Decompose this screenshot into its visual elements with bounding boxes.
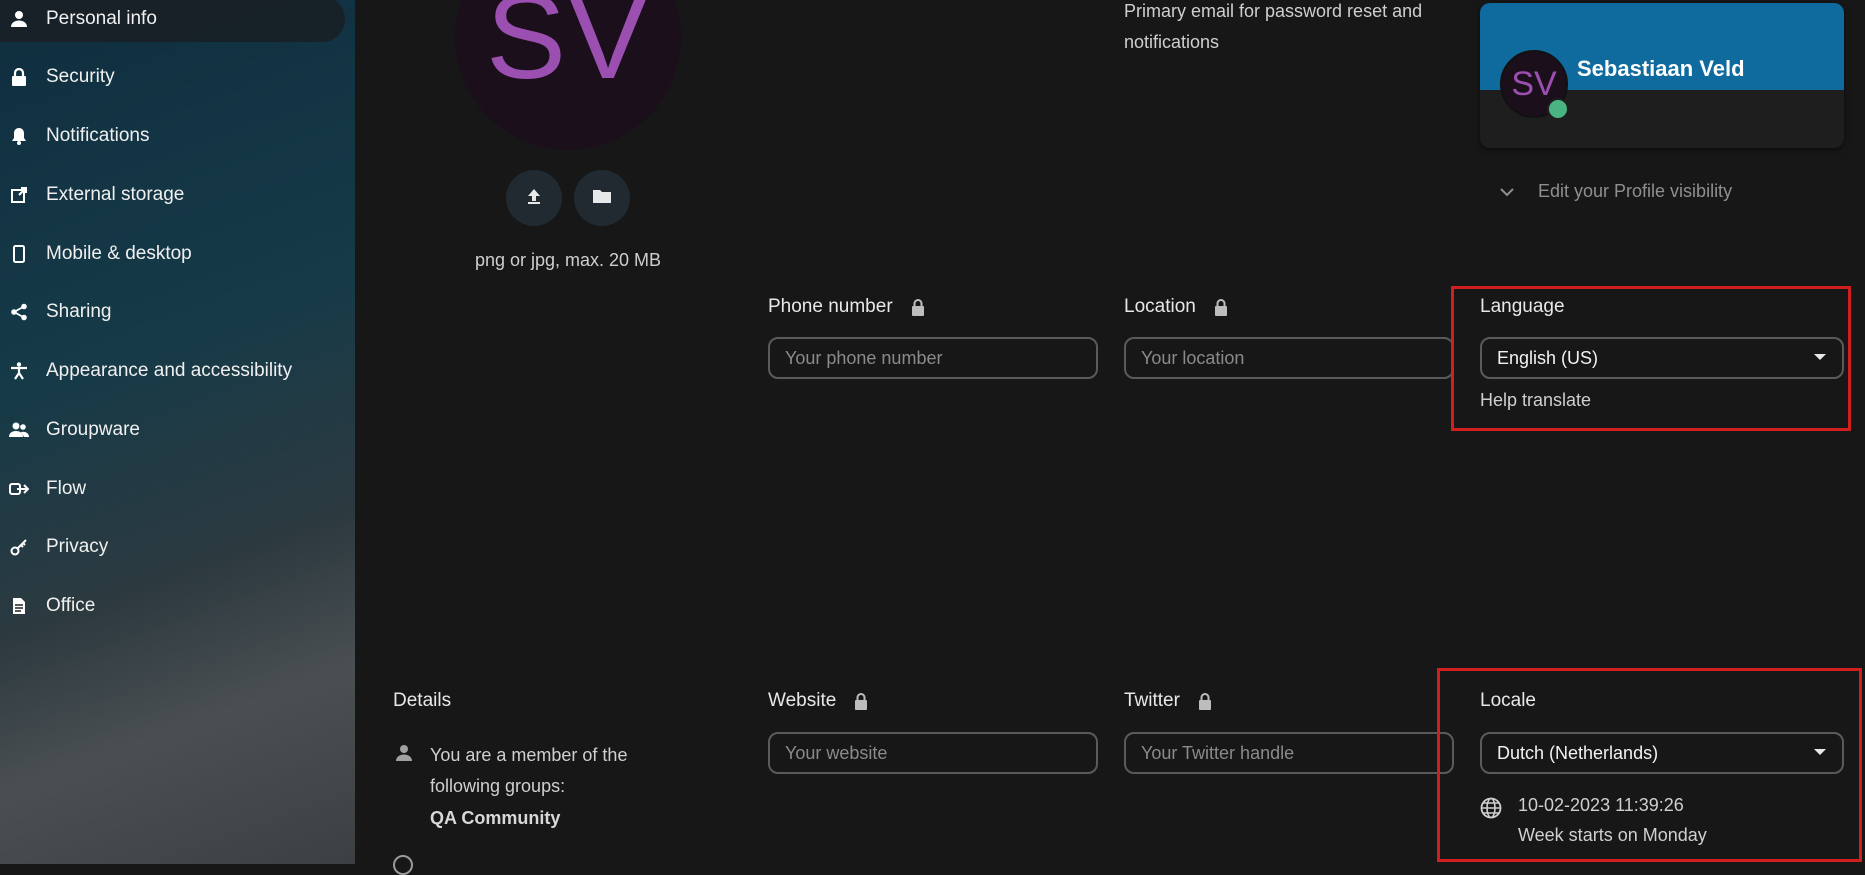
sidebar-item-office[interactable]: Office	[0, 583, 345, 629]
phone-input[interactable]	[768, 337, 1098, 379]
external-link-icon	[9, 185, 29, 205]
quota-icon	[393, 855, 413, 875]
user-icon	[395, 744, 413, 767]
sidebar-item-appearance[interactable]: Appearance and accessibility	[0, 348, 345, 394]
sidebar-item-sharing[interactable]: Sharing	[0, 289, 345, 335]
locale-label: Locale	[1480, 690, 1536, 711]
sidebar-item-label: Appearance and accessibility	[46, 360, 293, 381]
sidebar-item-label: Notifications	[46, 125, 150, 146]
location-field-label: Location	[1124, 296, 1228, 318]
lock-icon[interactable]	[1198, 692, 1212, 710]
twitter-input[interactable]	[1124, 732, 1454, 774]
accessibility-icon	[9, 361, 29, 381]
group-icon	[9, 420, 29, 440]
group-membership-text: You are a member of the following groups…	[430, 745, 628, 796]
upload-avatar-button[interactable]	[506, 170, 562, 226]
profile-card-name: Sebastiaan Veld	[1577, 56, 1745, 81]
avatar-hint: png or jpg, max. 20 MB	[474, 250, 662, 270]
website-label-text: Website	[768, 690, 837, 711]
email-help-text: Primary email for password reset and not…	[1124, 1, 1423, 52]
locale-selected: Dutch (Netherlands)	[1497, 742, 1659, 763]
flow-icon	[9, 479, 29, 499]
lock-icon[interactable]	[1214, 298, 1228, 316]
visibility-label: Edit your Profile visibility	[1538, 181, 1733, 201]
settings-sidebar: Personal info Security Notifications Ext…	[0, 0, 355, 864]
globe-icon	[1480, 797, 1502, 824]
choose-avatar-from-files-button[interactable]	[574, 170, 630, 226]
sidebar-item-label: External storage	[46, 184, 185, 205]
bell-icon	[9, 126, 29, 146]
share-icon	[9, 302, 29, 322]
sidebar-item-flow[interactable]: Flow	[0, 466, 345, 512]
language-label: Language	[1480, 296, 1565, 317]
sidebar-item-external-storage[interactable]: External storage	[0, 172, 345, 218]
location-input[interactable]	[1124, 337, 1454, 379]
sidebar-item-notifications[interactable]: Notifications	[0, 113, 345, 159]
twitter-field-label: Twitter	[1124, 690, 1212, 712]
sidebar-item-label: Sharing	[46, 301, 112, 322]
group-name: QA Community	[430, 808, 561, 828]
document-icon	[9, 596, 29, 616]
lock-icon[interactable]	[854, 692, 868, 710]
online-status-indicator	[1547, 98, 1569, 120]
sidebar-item-label: Groupware	[46, 419, 140, 440]
location-label-text: Location	[1124, 296, 1196, 317]
sidebar-item-label: Security	[46, 66, 115, 87]
sidebar-item-label: Flow	[46, 478, 87, 499]
help-translate-link[interactable]: Help translate	[1480, 390, 1591, 411]
avatar-initials: SV	[485, 0, 651, 104]
key-icon	[9, 537, 29, 557]
phone-field-label: Phone number	[768, 296, 925, 318]
profile-card[interactable]: SV Sebastiaan Veld	[1480, 3, 1844, 148]
sidebar-item-personal-info[interactable]: Personal info	[0, 0, 345, 42]
locale-select[interactable]: Dutch (Netherlands)	[1480, 732, 1844, 774]
lock-icon[interactable]	[911, 298, 925, 316]
details-title: Details	[393, 690, 452, 711]
language-select[interactable]: English (US)	[1480, 337, 1844, 379]
caret-down-icon	[1814, 749, 1826, 755]
chevron-down-icon	[1500, 187, 1518, 197]
sidebar-item-groupware[interactable]: Groupware	[0, 407, 345, 453]
locale-week-start: Week starts on Monday	[1518, 825, 1707, 845]
website-input[interactable]	[768, 732, 1098, 774]
locale-datetime: 10-02-2023 11:39:26	[1518, 795, 1684, 815]
language-selected: English (US)	[1497, 347, 1599, 368]
phone-label-text: Phone number	[768, 296, 893, 317]
folder-icon	[592, 188, 612, 209]
profile-avatar: SV	[455, 0, 681, 150]
edit-profile-visibility-toggle[interactable]: Edit your Profile visibility	[1500, 181, 1732, 202]
sidebar-item-label: Mobile & desktop	[46, 243, 192, 264]
sidebar-item-security[interactable]: Security	[0, 54, 345, 100]
sidebar-item-label: Privacy	[46, 536, 109, 557]
user-icon	[9, 9, 29, 29]
avatar-initials: SV	[1511, 64, 1557, 103]
upload-icon	[525, 187, 543, 210]
sidebar-item-mobile-desktop[interactable]: Mobile & desktop	[0, 231, 345, 277]
twitter-label-text: Twitter	[1124, 690, 1180, 711]
website-field-label: Website	[768, 690, 868, 712]
sidebar-item-privacy[interactable]: Privacy	[0, 524, 345, 570]
lock-icon	[9, 67, 29, 87]
sidebar-item-label: Office	[46, 595, 96, 616]
caret-down-icon	[1814, 354, 1826, 360]
sidebar-item-label: Personal info	[46, 8, 157, 29]
phone-icon	[9, 244, 29, 264]
